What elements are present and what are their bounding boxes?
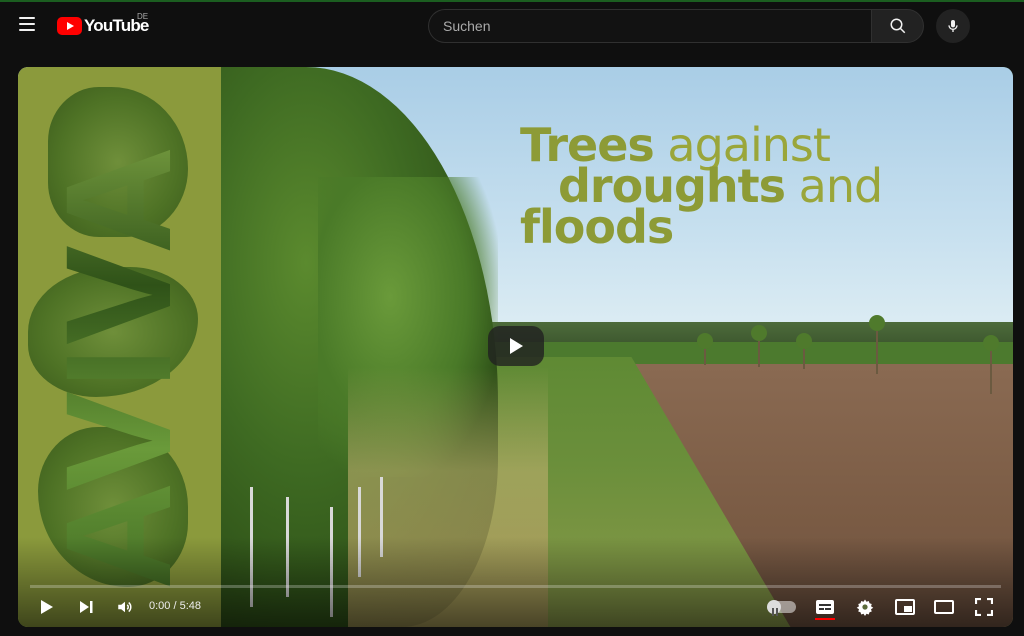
miniplayer-icon — [895, 599, 915, 615]
menu-icon-bar — [19, 29, 35, 31]
settings-button[interactable] — [853, 595, 877, 619]
video-sapling — [751, 325, 767, 367]
mic-icon — [948, 20, 958, 32]
menu-icon-bar — [19, 23, 35, 25]
next-button[interactable] — [75, 595, 97, 619]
subtitles-active-indicator — [815, 618, 835, 620]
video-sapling — [697, 333, 713, 365]
video-sapling — [796, 333, 812, 369]
search-icon — [890, 18, 905, 34]
video-sapling — [869, 315, 885, 374]
play-icon — [510, 338, 523, 354]
miniplayer-button[interactable] — [893, 595, 917, 619]
fullscreen-button[interactable] — [972, 595, 996, 619]
subtitles-button[interactable] — [813, 595, 837, 619]
youtube-logo[interactable]: YouTube DE — [57, 12, 149, 36]
mute-button[interactable] — [114, 595, 136, 619]
pause-icon — [771, 603, 779, 616]
play-button[interactable] — [36, 595, 58, 619]
headline-word: floods — [520, 200, 674, 254]
voice-search-button[interactable] — [936, 9, 970, 43]
video-player[interactable]: AVIVA Trees against droughts and floods … — [18, 67, 1013, 627]
play-icon — [41, 600, 53, 614]
subtitles-icon — [816, 600, 834, 614]
fullscreen-icon — [975, 598, 993, 616]
masthead: YouTube DE — [0, 2, 1024, 50]
gear-icon — [856, 599, 874, 616]
search-input[interactable] — [428, 9, 871, 43]
region-code: DE — [137, 12, 149, 21]
video-headline: Trees against droughts and floods — [520, 122, 990, 250]
time-display: 0:00 / 5:48 — [149, 600, 201, 612]
youtube-play-icon — [57, 17, 82, 35]
skip-next-icon — [80, 601, 93, 613]
large-play-button[interactable] — [488, 326, 544, 366]
menu-icon-bar — [19, 17, 35, 19]
menu-button[interactable] — [16, 12, 40, 36]
search-button[interactable] — [871, 9, 924, 43]
progress-bar[interactable] — [30, 585, 1001, 588]
theater-mode-icon — [934, 600, 954, 614]
headline-word: and — [785, 159, 884, 213]
video-sapling — [983, 335, 999, 394]
theater-mode-button[interactable] — [932, 595, 956, 619]
volume-icon — [118, 601, 132, 613]
headline-line-3: floods — [520, 204, 990, 250]
autoplay-toggle[interactable] — [767, 600, 796, 616]
search-box — [428, 9, 924, 43]
